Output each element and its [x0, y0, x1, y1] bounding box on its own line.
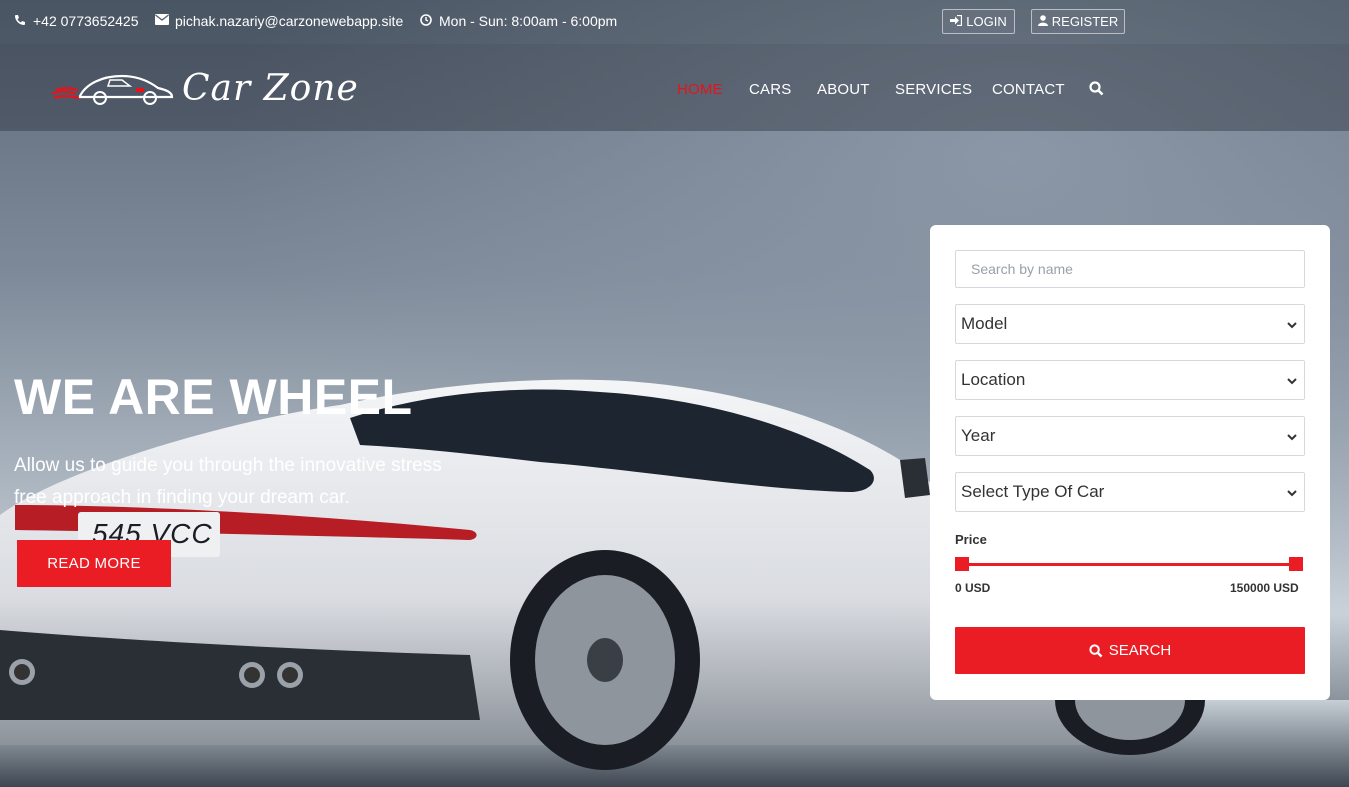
location-select-value: Location — [961, 370, 1026, 389]
sign-in-icon — [950, 14, 963, 29]
login-button[interactable]: LOGIN — [942, 9, 1015, 34]
price-max-value: 150000 USD — [1230, 581, 1299, 595]
year-select-value: Year — [961, 426, 996, 445]
chevron-down-icon — [1287, 378, 1297, 385]
name-search-field[interactable] — [955, 250, 1305, 288]
year-select[interactable]: Year — [955, 416, 1305, 456]
register-button[interactable]: REGISTER — [1031, 9, 1125, 34]
hero-subtitle: Allow us to guide you through the innova… — [14, 455, 442, 508]
read-more-button[interactable]: READ MORE — [17, 540, 171, 587]
contact-phone: +42 0773652425 — [13, 13, 139, 29]
email-text: pichak.nazariy@carzonewebapp.site — [175, 13, 404, 29]
nav-item-contact[interactable]: CONTACT — [992, 81, 1065, 98]
chevron-down-icon — [1287, 322, 1297, 329]
price-min-handle[interactable] — [955, 557, 969, 571]
search-button-label: SEARCH — [1108, 642, 1172, 659]
nav-item-services[interactable]: SERVICES — [895, 81, 972, 98]
price-range-track[interactable] — [960, 563, 1300, 566]
car-search-panel: Model Location Year Select Type Of Car P… — [930, 225, 1330, 700]
contact-email: pichak.nazariy@carzonewebapp.site — [155, 13, 403, 29]
model-select[interactable]: Model — [955, 304, 1305, 344]
brand-name: Car Zone — [182, 68, 359, 109]
chevron-down-icon — [1287, 490, 1297, 497]
model-select-value: Model — [961, 314, 1008, 333]
clock-icon — [419, 13, 433, 29]
location-select[interactable]: Location — [955, 360, 1305, 400]
search-button[interactable]: SEARCH — [955, 627, 1305, 674]
nav-item-cars[interactable]: CARS — [749, 81, 791, 98]
envelope-icon — [155, 14, 169, 28]
hours-text: Mon - Sun: 8:00am - 6:00pm — [439, 13, 618, 29]
register-label: REGISTER — [1051, 14, 1119, 29]
phone-text: +42 0773652425 — [33, 13, 139, 29]
car-type-select[interactable]: Select Type Of Car — [955, 472, 1305, 512]
price-max-handle[interactable] — [1289, 557, 1303, 571]
top-bar: +42 0773652425 pichak.nazariy@carzoneweb… — [0, 0, 1349, 44]
name-search-input[interactable] — [971, 261, 1304, 277]
car-type-select-value: Select Type Of Car — [961, 482, 1105, 501]
car-logo-icon — [51, 74, 174, 105]
user-icon — [1037, 14, 1048, 29]
phone-icon — [13, 14, 27, 29]
price-label: Price — [955, 532, 987, 547]
hero-title: WE ARE WHEEL — [14, 369, 413, 425]
search-icon — [1089, 643, 1103, 657]
login-label: LOGIN — [966, 14, 1007, 29]
opening-hours: Mon - Sun: 8:00am - 6:00pm — [419, 13, 617, 29]
price-min-value: 0 USD — [955, 581, 991, 595]
chevron-down-icon — [1287, 434, 1297, 441]
search-icon[interactable] — [1089, 81, 1105, 97]
nav-item-about[interactable]: ABOUT — [817, 81, 870, 98]
brand-logo[interactable]: Car Zone — [50, 64, 358, 114]
main-navbar: Car Zone HOME CARS ABOUT SERVICES CONTAC… — [0, 44, 1349, 131]
nav-item-home[interactable]: HOME — [677, 81, 723, 98]
